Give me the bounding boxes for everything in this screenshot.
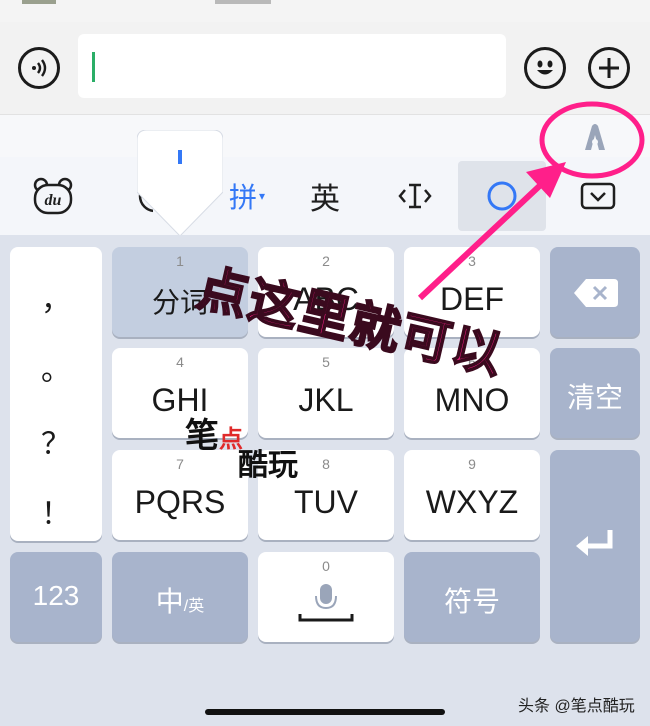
dropdown-caret-icon: ▾ (258, 189, 266, 203)
voice-button[interactable] (18, 47, 60, 89)
key-number: 7 (176, 456, 184, 472)
key-label: PQRS (134, 484, 226, 520)
punctuation-column[interactable]: ， 。 ？ ！ (10, 247, 102, 541)
clear-key-label: 清空 (566, 382, 623, 413)
lang-main: 中 (155, 586, 184, 617)
du-logo-icon: du (33, 177, 73, 215)
punct-exclaim[interactable]: ！ (10, 489, 102, 533)
credit-text: 头条 @笔点酷玩 (518, 698, 635, 715)
watermark-line2: 酷玩 (238, 449, 298, 482)
space-key[interactable]: 0 (258, 552, 394, 642)
enter-icon (576, 530, 613, 556)
key-number: 9 (468, 456, 476, 472)
punct-period[interactable]: 。 (10, 345, 102, 389)
key-5[interactable]: 5 JKL (258, 348, 394, 438)
symbol-key[interactable]: 符号 (404, 552, 540, 642)
top-strip (0, 0, 650, 23)
text-caret (92, 52, 95, 82)
plus-icon (599, 58, 619, 78)
pinyin-mode-label: 拼 (228, 182, 257, 213)
annotation-arrow (417, 101, 645, 301)
english-mode-button[interactable]: 英 (300, 157, 350, 235)
du-logo-button[interactable]: du (28, 157, 78, 235)
key-preview-popup (136, 129, 224, 237)
clear-key[interactable]: 清空 (550, 348, 640, 438)
key-label: JKL (298, 382, 354, 418)
pinyin-mode-button[interactable]: 拼 ▾ (222, 157, 272, 235)
lang-sub: /英 (183, 598, 205, 615)
punct-question[interactable]: ？ (10, 419, 102, 463)
number-mode-key[interactable]: 123 (10, 552, 102, 642)
key-label: TUV (294, 484, 358, 520)
add-button[interactable] (588, 47, 630, 89)
punct-comma[interactable]: ， (10, 275, 102, 319)
voice-icon (32, 59, 47, 77)
thumbnail (215, 0, 271, 4)
thumbnail (22, 0, 56, 4)
language-switch-label: 中/英 (112, 580, 248, 620)
home-indicator (205, 709, 445, 715)
language-switch-key[interactable]: 中/英 (112, 552, 248, 642)
key-number: 4 (176, 354, 184, 370)
popup-bubble (136, 129, 224, 237)
key-9[interactable]: 9 WXYZ (404, 450, 540, 540)
key-number: 0 (322, 558, 330, 574)
emoji-icon (537, 60, 553, 75)
key-label: MNO (434, 382, 510, 418)
watermark-char: 笔 (185, 417, 219, 455)
watermark: 笔点 (185, 408, 243, 457)
enter-key[interactable] (550, 450, 640, 642)
svg-text:du: du (45, 192, 62, 209)
key-7[interactable]: 7 PQRS (112, 450, 248, 540)
symbol-key-label: 符号 (443, 586, 500, 617)
number-mode-label: 123 (32, 580, 80, 611)
key-label: WXYZ (425, 484, 519, 520)
emoji-button[interactable] (524, 47, 566, 89)
message-input[interactable] (78, 34, 506, 98)
microphone-icon (298, 584, 354, 622)
